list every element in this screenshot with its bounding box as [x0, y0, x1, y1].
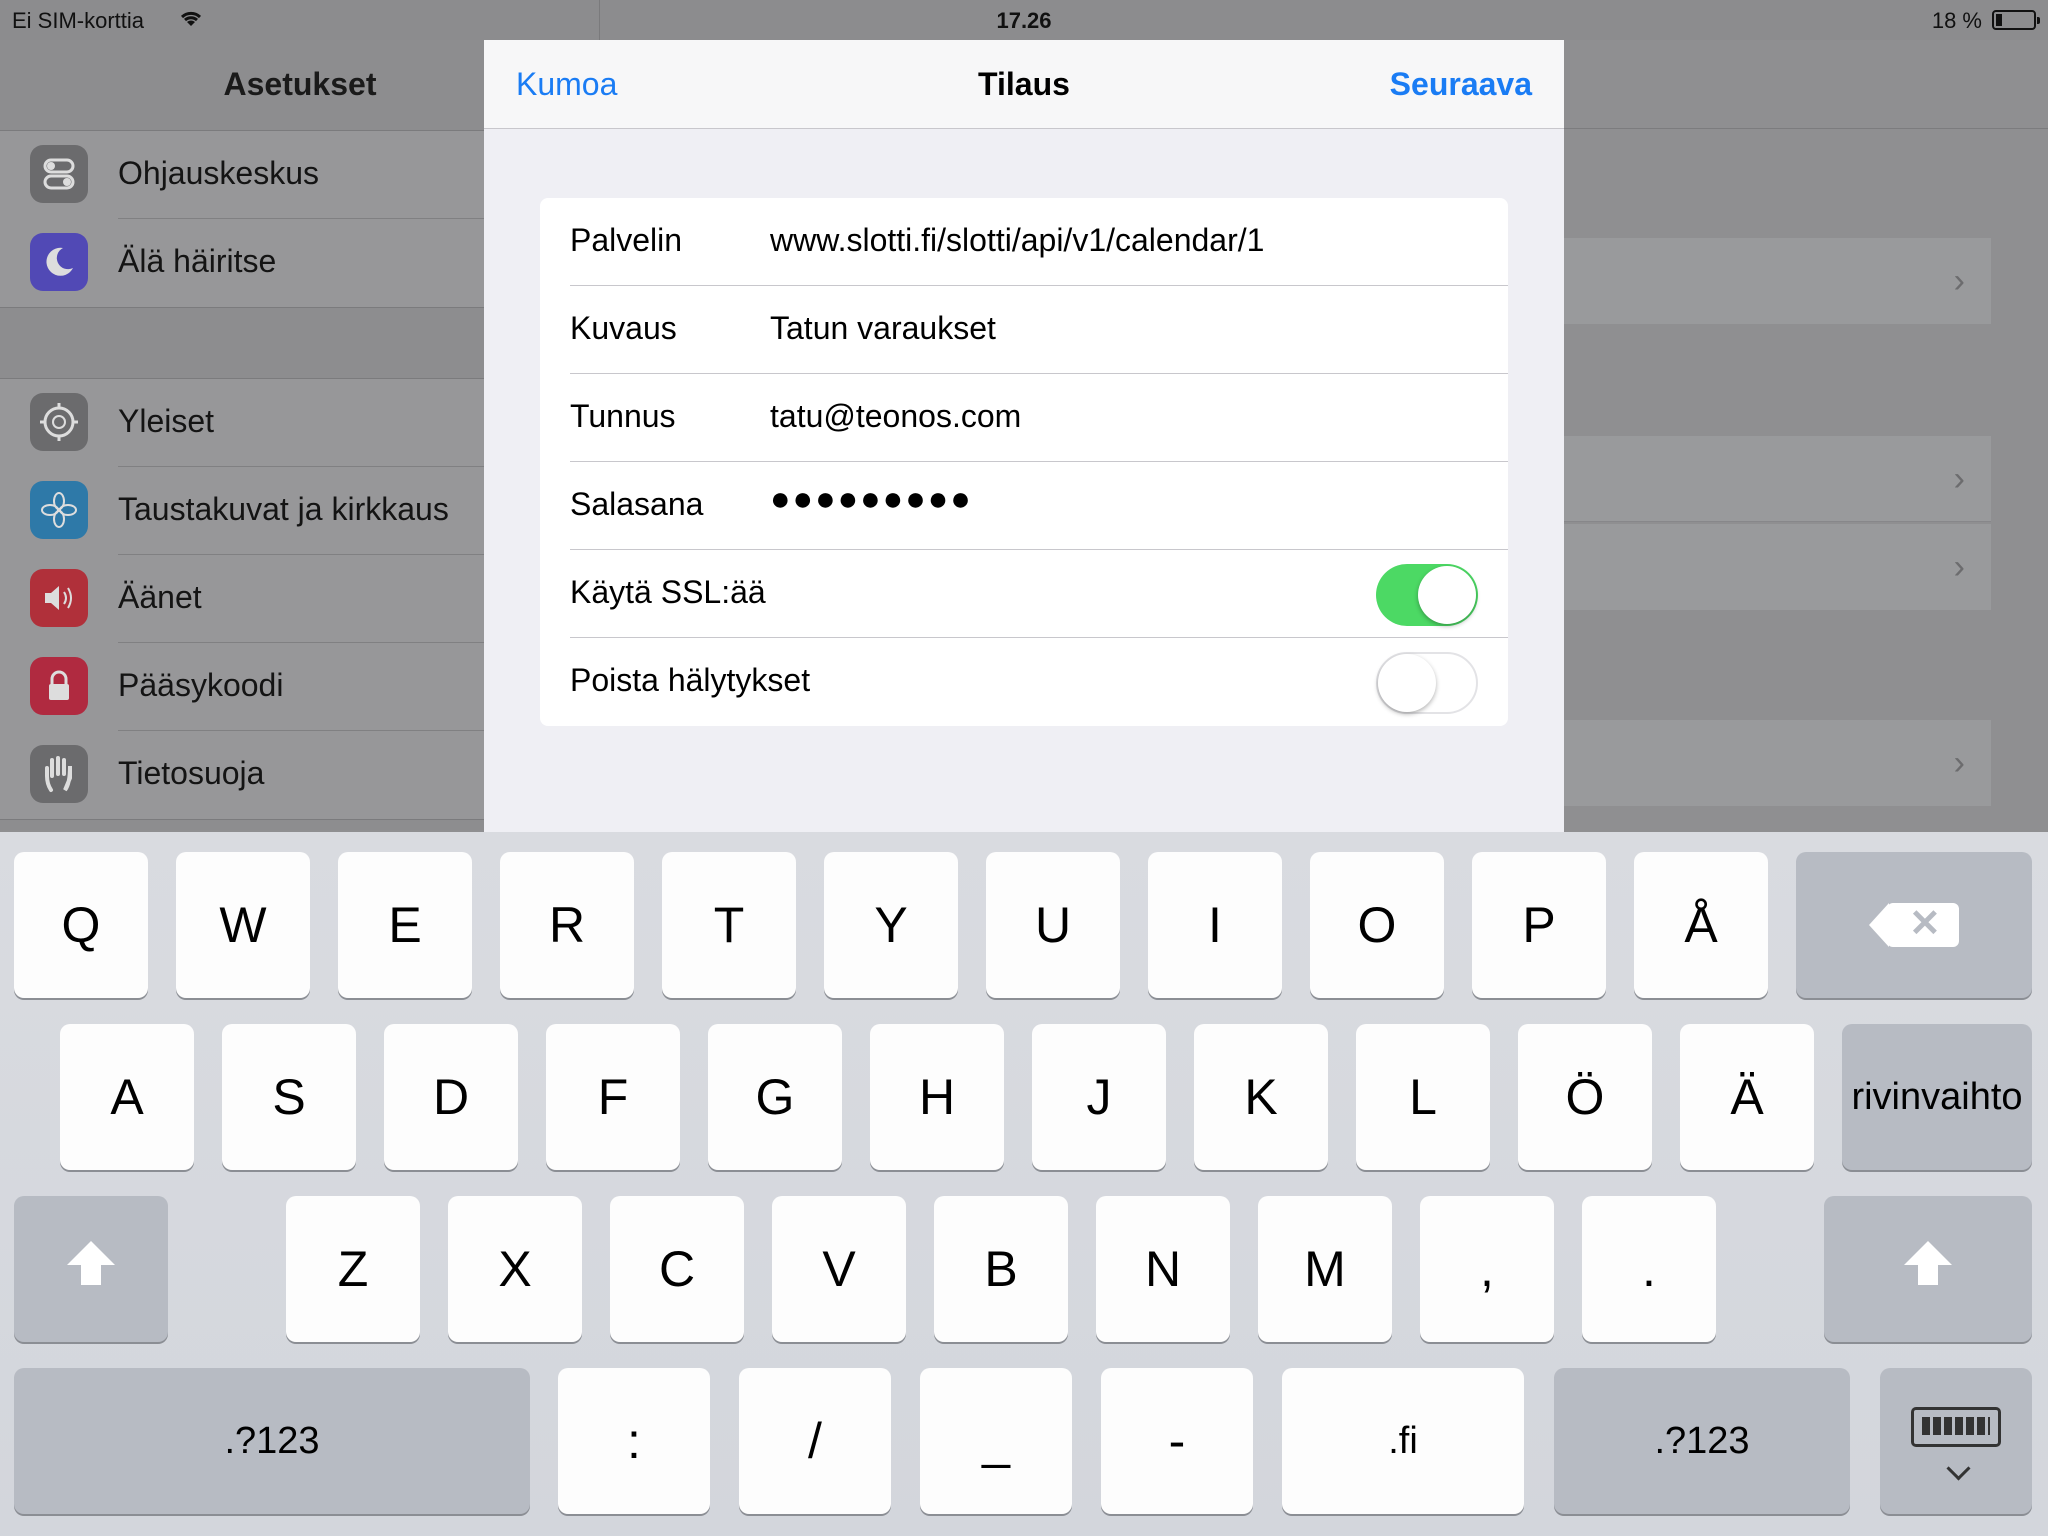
- sidebar-item-label: Tietosuoja: [118, 755, 265, 791]
- detail-row[interactable]: ›: [1561, 720, 1991, 806]
- toggle-knob: [1418, 566, 1476, 624]
- key-period[interactable]: .: [1582, 1196, 1716, 1342]
- key-a-ring[interactable]: Å: [1634, 852, 1768, 998]
- key-k[interactable]: K: [1194, 1024, 1328, 1170]
- modal-navbar: Kumoa Tilaus Seuraava: [484, 40, 1564, 129]
- key-dot-fi[interactable]: .fi: [1282, 1368, 1524, 1514]
- keyboard-dismiss-icon: [1911, 1407, 2001, 1447]
- ssl-toggle[interactable]: [1376, 564, 1478, 626]
- password-input[interactable]: ●●●●●●●●●: [770, 480, 973, 519]
- key-l[interactable]: L: [1356, 1024, 1490, 1170]
- lock-icon: [30, 657, 88, 715]
- key-u[interactable]: U: [986, 852, 1120, 998]
- sidebar-item-label: Ohjauskeskus: [118, 155, 319, 191]
- detail-row[interactable]: ›: [1561, 436, 1991, 522]
- chevron-right-icon: ›: [1953, 460, 1965, 498]
- key-i[interactable]: I: [1148, 852, 1282, 998]
- server-input[interactable]: www.slotti.fi/slotti/api/v1/calendar/1: [770, 222, 1264, 259]
- moon-icon: [30, 233, 88, 291]
- sidebar-item-label: Äänet: [118, 579, 202, 615]
- description-input[interactable]: Tatun varaukset: [770, 310, 996, 347]
- key-hyphen[interactable]: -: [1101, 1368, 1253, 1514]
- clock: 17.26: [996, 8, 1052, 33]
- password-row[interactable]: Salasana ●●●●●●●●●: [540, 462, 1508, 550]
- key-m[interactable]: M: [1258, 1196, 1392, 1342]
- key-underscore[interactable]: _: [920, 1368, 1072, 1514]
- username-row[interactable]: Tunnus tatu@teonos.com: [540, 374, 1508, 462]
- key-v[interactable]: V: [772, 1196, 906, 1342]
- key-slash[interactable]: /: [739, 1368, 891, 1514]
- keyboard: Q W E R T Y U I O P Å ✕ A S D F G H J K …: [0, 832, 2048, 1536]
- numbers-key-left[interactable]: .?123: [14, 1368, 530, 1514]
- server-label: Palvelin: [570, 222, 683, 258]
- key-o-umlaut[interactable]: Ö: [1518, 1024, 1652, 1170]
- username-input[interactable]: tatu@teonos.com: [770, 398, 1021, 435]
- status-bar: Ei SIM-korttia 17.26 18 %: [0, 0, 2048, 40]
- description-label: Kuvaus: [570, 310, 677, 346]
- chevron-right-icon: ›: [1953, 744, 1965, 782]
- key-j[interactable]: J: [1032, 1024, 1166, 1170]
- key-b[interactable]: B: [934, 1196, 1068, 1342]
- key-colon[interactable]: :: [558, 1368, 710, 1514]
- key-z[interactable]: Z: [286, 1196, 420, 1342]
- shift-key-left[interactable]: [14, 1196, 168, 1342]
- hand-icon: [30, 745, 88, 803]
- remove-alerts-toggle[interactable]: [1376, 652, 1478, 714]
- key-c[interactable]: C: [610, 1196, 744, 1342]
- flower-icon: [30, 481, 88, 539]
- backspace-icon: ✕: [1869, 903, 1959, 947]
- numbers-key-right[interactable]: .?123: [1554, 1368, 1850, 1514]
- battery-icon: [1992, 10, 2040, 30]
- key-g[interactable]: G: [708, 1024, 842, 1170]
- key-y[interactable]: Y: [824, 852, 958, 998]
- shift-icon: [65, 1239, 117, 1299]
- key-d[interactable]: D: [384, 1024, 518, 1170]
- control-center-icon: [30, 145, 88, 203]
- chevron-right-icon: ›: [1953, 548, 1965, 586]
- ssl-label: Käytä SSL:ää: [570, 574, 766, 610]
- subscription-modal: Kumoa Tilaus Seuraava Palvelin www.slott…: [484, 40, 1564, 832]
- key-r[interactable]: R: [500, 852, 634, 998]
- battery-percent: 18 %: [1931, 8, 1982, 33]
- key-a-umlaut[interactable]: Ä: [1680, 1024, 1814, 1170]
- key-s[interactable]: S: [222, 1024, 356, 1170]
- key-o[interactable]: O: [1310, 852, 1444, 998]
- return-key[interactable]: rivinvaihto: [1842, 1024, 2032, 1170]
- password-label: Salasana: [570, 486, 704, 522]
- key-a[interactable]: A: [60, 1024, 194, 1170]
- speaker-icon: [30, 569, 88, 627]
- ssl-row: Käytä SSL:ää: [540, 550, 1508, 638]
- detail-row[interactable]: ›: [1561, 238, 1991, 324]
- dismiss-keyboard-key[interactable]: [1880, 1368, 2032, 1514]
- sidebar-item-label: Taustakuvat ja kirkkaus: [118, 491, 449, 527]
- detail-row[interactable]: ›: [1561, 524, 1991, 610]
- key-t[interactable]: T: [662, 852, 796, 998]
- key-w[interactable]: W: [176, 852, 310, 998]
- key-q[interactable]: Q: [14, 852, 148, 998]
- key-e[interactable]: E: [338, 852, 472, 998]
- shift-icon: [1902, 1239, 1954, 1299]
- key-n[interactable]: N: [1096, 1196, 1230, 1342]
- next-button[interactable]: Seuraava: [1390, 66, 1532, 103]
- key-x[interactable]: X: [448, 1196, 582, 1342]
- username-label: Tunnus: [570, 398, 676, 434]
- sidebar-item-label: Pääsykoodi: [118, 667, 284, 703]
- shift-key-right[interactable]: [1824, 1196, 2032, 1342]
- key-h[interactable]: H: [870, 1024, 1004, 1170]
- key-comma[interactable]: ,: [1420, 1196, 1554, 1342]
- row-separator: [1561, 521, 1991, 522]
- subscription-form: Palvelin www.slotti.fi/slotti/api/v1/cal…: [540, 198, 1508, 726]
- remove-alerts-row: Poista hälytykset: [540, 638, 1508, 726]
- key-f[interactable]: F: [546, 1024, 680, 1170]
- sidebar-item-label: Älä häiritse: [118, 243, 277, 279]
- key-p[interactable]: P: [1472, 852, 1606, 998]
- gear-icon: [30, 393, 88, 451]
- remove-alerts-label: Poista hälytykset: [570, 662, 811, 698]
- backspace-key[interactable]: ✕: [1796, 852, 2032, 998]
- server-row[interactable]: Palvelin www.slotti.fi/slotti/api/v1/cal…: [540, 198, 1508, 286]
- description-row[interactable]: Kuvaus Tatun varaukset: [540, 286, 1508, 374]
- sidebar-item-label: Yleiset: [118, 403, 215, 439]
- chevron-right-icon: ›: [1953, 262, 1965, 300]
- toggle-knob: [1378, 654, 1436, 712]
